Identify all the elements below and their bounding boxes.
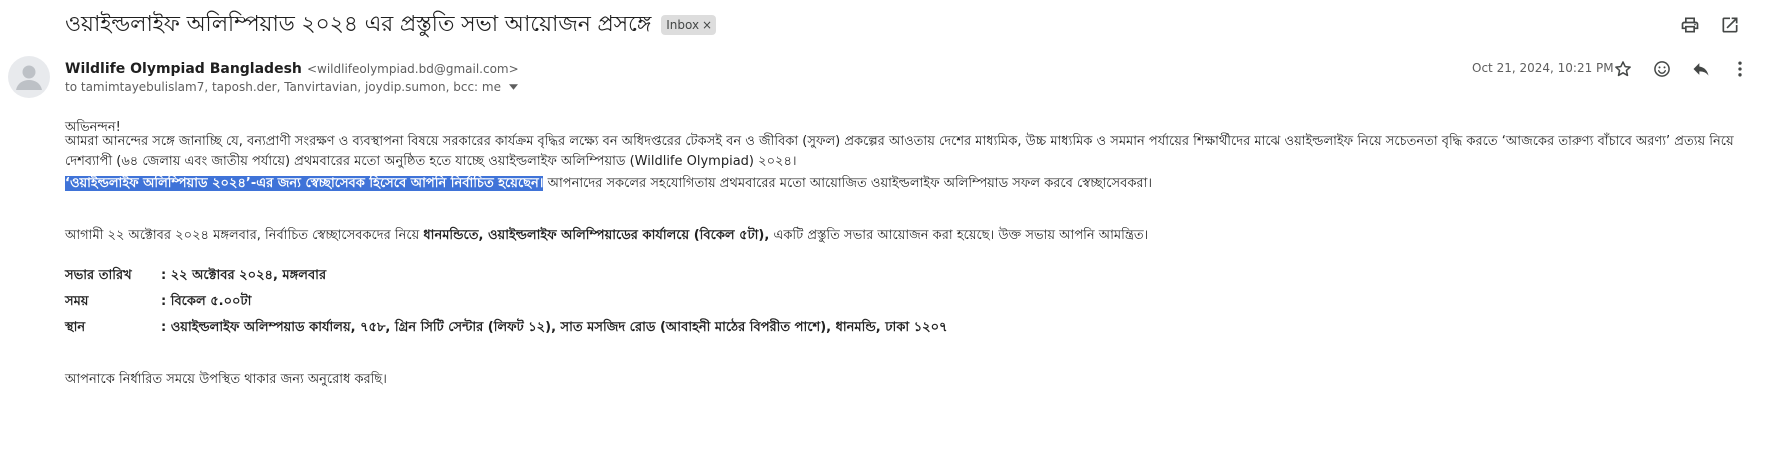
remove-label-icon[interactable]: × [702, 18, 712, 32]
meeting-date-row: সভার তারিখ : ২২ অক্টোবর ২০২৪, মঙ্গলবার [65, 266, 326, 287]
sender-line: Wildlife Olympiad Bangladesh <wildlifeol… [65, 58, 519, 77]
show-details-dropdown-icon[interactable] [509, 84, 518, 90]
meeting-time-row: সময় : বিকেল ৫.০০টা [65, 292, 251, 313]
meeting-text-b: একটি প্রস্তুতি সভার আয়োজন করা হয়েছে। উ… [769, 228, 1149, 243]
sender-avatar[interactable] [8, 56, 50, 98]
star-icon[interactable] [1612, 58, 1634, 80]
recipients-line: to tamimtayebulislam7, taposh.der, Tanvi… [65, 80, 518, 94]
sender-name[interactable]: Wildlife Olympiad Bangladesh [65, 61, 302, 77]
subject-row: ওয়াইল্ডলাইফ অলিম্পিয়াড ২০২৪ এর প্রস্তু… [65, 8, 717, 42]
meeting-place-value: : ওয়াইল্ডলাইফ অলিম্পয়াড কার্যালয়, ৭৫৮… [161, 320, 948, 335]
intro-paragraph: আমরা আনন্দের সঙ্গে জানাচ্ছি যে, বন্যপ্রা… [65, 134, 1734, 169]
meeting-place-label: স্থান [65, 320, 86, 335]
meeting-time-label: সময় [65, 294, 89, 309]
print-icon[interactable] [1679, 14, 1701, 36]
avatar-person-icon [16, 65, 42, 90]
meeting-date-value: : ২২ অক্টোবর ২০২৪, মঙ্গলবার [161, 268, 327, 283]
meeting-place-row: স্থান : ওয়াইল্ডলাইফ অলিম্পয়াড কার্যালয়… [65, 318, 948, 339]
meeting-date-label: সভার তারিখ [65, 268, 132, 283]
thread-actions [1679, 14, 1741, 36]
open-in-new-icon[interactable] [1719, 14, 1741, 36]
more-vert-icon[interactable] [1729, 58, 1751, 80]
email-date: Oct 21, 2024, 10:21 PM [1472, 61, 1614, 75]
meeting-time-value: : বিকেল ৫.০০টা [161, 294, 252, 309]
meeting-paragraph: আগামী ২২ অক্টোবর ২০২৪ মঙ্গলবার, নির্বাচি… [65, 226, 1148, 247]
meeting-text-a: আগামী ২২ অক্টোবর ২০২৪ মঙ্গলবার, নির্বাচি… [65, 228, 424, 243]
reply-icon[interactable] [1690, 58, 1712, 80]
selection-paragraph-rest: আপনাদের সকলের সহযোগিতায় প্রথমবারের মতো … [543, 176, 1152, 191]
emoji-icon[interactable] [1651, 58, 1673, 80]
closing-line: আপনাকে নির্ধারিত সময়ে উপস্থিত থাকার জন্… [65, 372, 387, 387]
recipients-text: to tamimtayebulislam7, taposh.der, Tanvi… [65, 80, 501, 94]
selection-paragraph: ‘ওয়াইল্ডলাইফ অলিম্পিয়াড ২০২৪’-এর জন্য … [65, 174, 1152, 195]
meeting-location-bold: ধানমন্ডিতে, ওয়াইল্ডলাইফ অলিম্পিয়াডের ক… [423, 228, 770, 243]
label-chip-text: Inbox [666, 18, 700, 32]
inbox-label-chip[interactable]: Inbox × [661, 15, 717, 35]
sender-email: <wildlifeolympiad.bd@gmail.com> [306, 62, 519, 76]
message-actions [1612, 58, 1751, 80]
highlighted-selection-text: ‘ওয়াইল্ডলাইফ অলিম্পিয়াড ২০২৪’-এর জন্য … [65, 176, 544, 191]
email-subject: ওয়াইল্ডলাইফ অলিম্পিয়াড ২০২৪ এর প্রস্তু… [65, 11, 652, 37]
